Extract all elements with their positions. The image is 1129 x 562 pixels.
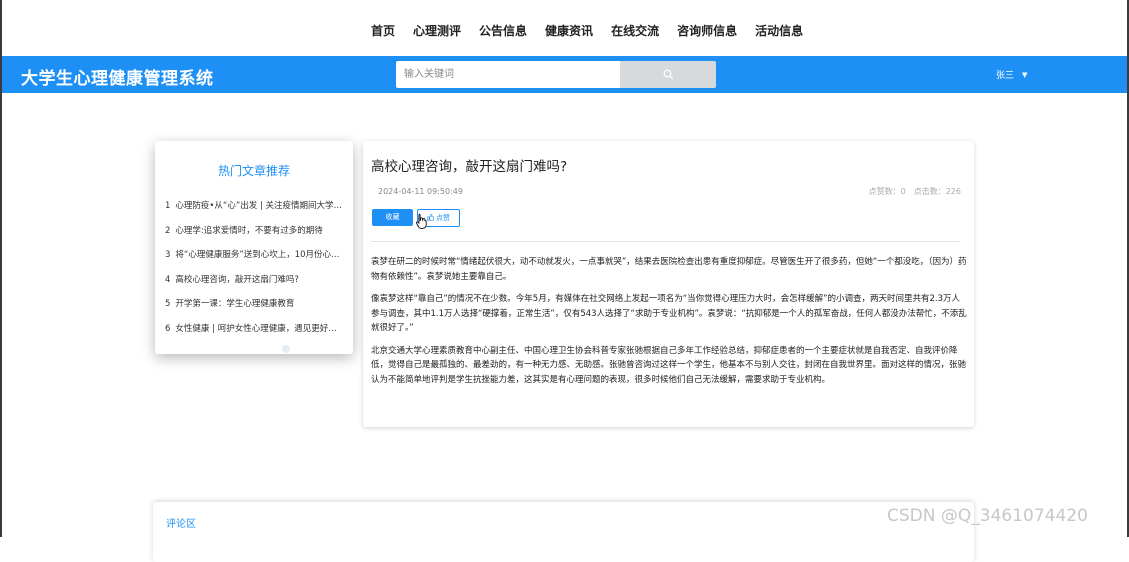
hot-article-item[interactable]: 5 开学第一课：学生心理健康教育 [165, 297, 343, 322]
article-card: 高校心理咨询，敲开这扇门难吗? 2024-04-11 09:50:49 点赞数：… [363, 141, 974, 427]
nav-item-health-news[interactable]: 健康资讯 [545, 22, 593, 39]
hot-articles-list: 1心理防疫•从“心”出发 | 关注疫情期间大学生心理健康 2心理学:追求爱情时，… [165, 199, 343, 347]
hot-articles-panel: 热门文章推荐 1心理防疫•从“心”出发 | 关注疫情期间大学生心理健康 2心理学… [155, 141, 353, 354]
hot-articles-title: 热门文章推荐 [217, 164, 290, 178]
nav-menu: 首页 心理测评 公告信息 健康资讯 在线交流 咨询师信息 活动信息 [371, 22, 821, 39]
click-count: 点击数：226 [913, 187, 961, 196]
hot-article-item[interactable]: 4 高校心理咨询，敲开这扇门难吗? [165, 273, 343, 298]
watermark: CSDN @Q_3461074420 [887, 506, 1088, 526]
header-bar: 大学生心理健康管理系统 张三 ▼ [2, 56, 1127, 93]
article-paragraph: 像袁梦这样“靠自己”的情况不在少数。今年5月，有媒体在社交网络上发起一项名为“当… [371, 294, 967, 333]
site-title: 大学生心理健康管理系统 [21, 69, 214, 89]
nav-item-counselors[interactable]: 咨询师信息 [677, 22, 737, 39]
search-input[interactable] [396, 61, 626, 88]
article-stats: 点赞数：0 点击数：226 [861, 186, 961, 197]
nav-item-announcements[interactable]: 公告信息 [479, 22, 527, 39]
chevron-down-icon: ▼ [1022, 71, 1028, 79]
comment-section-title: 评论区 [166, 519, 196, 530]
user-name: 张三 [996, 71, 1015, 81]
hand-cursor-icon [416, 213, 427, 229]
article-paragraph: 北京交通大学心理素质教育中心副主任、中国心理卫生协会科普专家张驰根据自己多年工作… [371, 345, 967, 385]
hot-article-item[interactable]: 2 心理学:追求爱情时，不要有过多的期待 [165, 224, 343, 249]
hot-article-item[interactable]: 6 女性健康 | 呵护女性心理健康，遇见更好的自己 [165, 322, 343, 347]
nav-item-psych-test[interactable]: 心理测评 [413, 22, 461, 39]
article-timestamp: 2024-04-11 09:50:49 [378, 187, 463, 196]
article-body: 袁梦在研二的时候时常“情绪起伏很大，动不动就发火，一点事就哭”，结果去医院检查出… [371, 255, 967, 395]
collect-button[interactable]: 收藏 [372, 209, 413, 226]
thumbs-up-icon [427, 214, 435, 221]
hot-article-item[interactable]: 1心理防疫•从“心”出发 | 关注疫情期间大学生心理健康 [165, 199, 343, 224]
like-count: 点赞数：0 [868, 187, 906, 196]
nav-item-home[interactable]: 首页 [371, 22, 395, 39]
nav-item-activities[interactable]: 活动信息 [755, 22, 803, 39]
loading-dot [282, 345, 290, 353]
search-button[interactable] [620, 61, 716, 88]
article-paragraph: 袁梦在研二的时候时常“情绪起伏很大，动不动就发火，一点事就哭”，结果去医院检查出… [371, 257, 967, 282]
divider [371, 241, 960, 242]
top-nav: 首页 心理测评 公告信息 健康资讯 在线交流 咨询师信息 活动信息 [2, 0, 1127, 56]
user-menu[interactable]: 张三 ▼ [996, 68, 1027, 81]
article-title: 高校心理咨询，敲开这扇门难吗? [371, 159, 568, 175]
nav-item-online-chat[interactable]: 在线交流 [611, 22, 659, 39]
search-icon [663, 69, 674, 80]
comment-section: 评论区 [153, 502, 974, 562]
hot-article-item[interactable]: 3 将“心理健康服务”送到心坎上，10月份心理活动 [165, 248, 343, 273]
